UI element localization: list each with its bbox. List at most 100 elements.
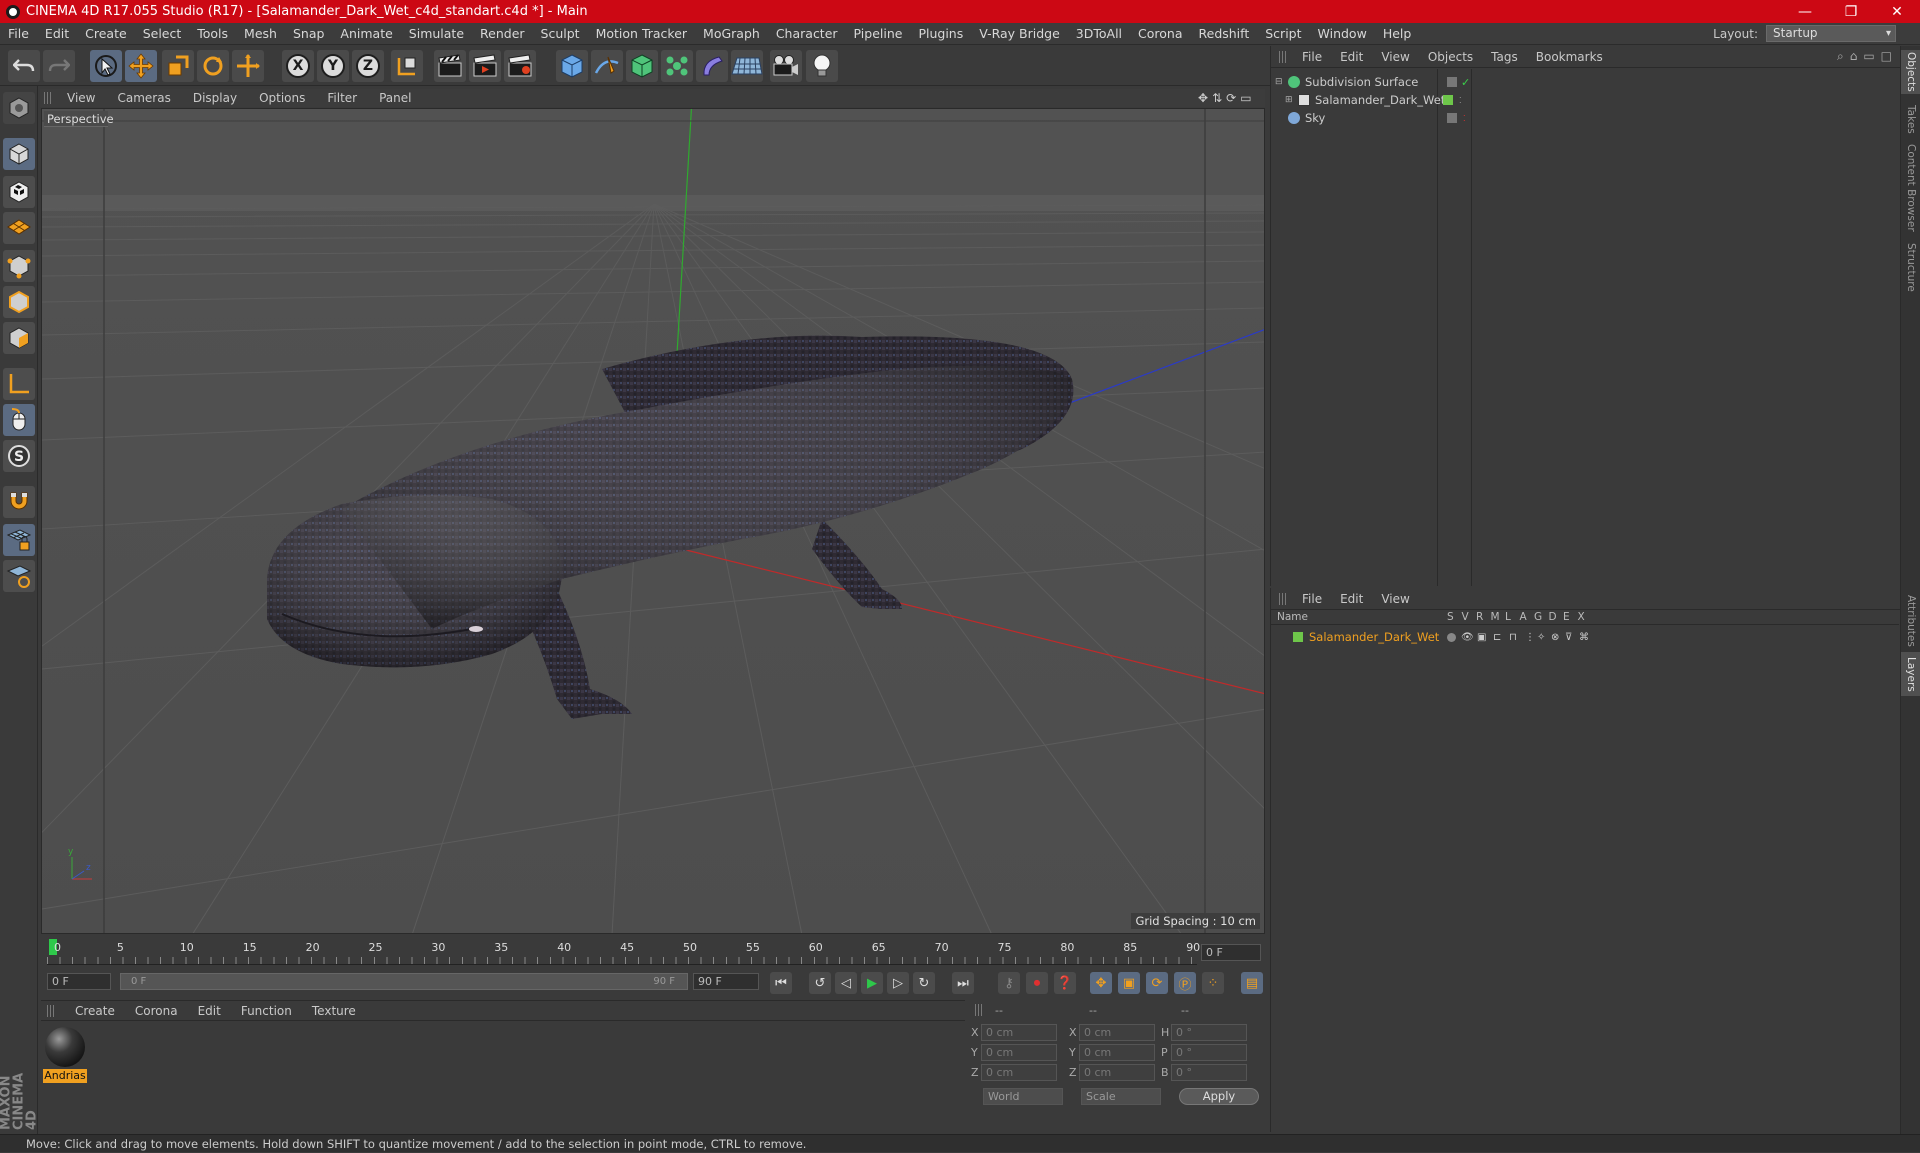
rotate-view-icon[interactable]: ⟳ [1226, 91, 1236, 105]
viewport-menu-cameras[interactable]: Cameras [106, 91, 181, 105]
start-frame-field[interactable]: 0 F [47, 973, 111, 990]
snap-button[interactable] [3, 486, 35, 518]
toggle-view-icon[interactable]: ▭ [1240, 91, 1251, 105]
autokey-button[interactable]: ⏺ [1026, 972, 1048, 994]
tab-layers[interactable]: Layers [1901, 652, 1920, 696]
coord-value-field[interactable]: 0 cm [981, 1064, 1057, 1081]
layer-flag-header-l[interactable]: L [1505, 611, 1511, 623]
current-frame-field[interactable]: 0 F [1201, 944, 1261, 961]
add-floor-button[interactable] [731, 50, 763, 82]
perspective-viewport[interactable]: y z Perspective Grid Spacing : 10 cm [41, 108, 1265, 934]
previous-frame-button[interactable]: ◁ [835, 972, 857, 994]
minimize-button[interactable]: — [1782, 0, 1828, 23]
maximize-button[interactable]: ❐ [1828, 0, 1874, 23]
tab-structure[interactable]: Structure [1901, 240, 1920, 294]
axis-mode-button[interactable] [3, 368, 35, 400]
menu-tools[interactable]: Tools [189, 26, 236, 41]
tab-objects[interactable]: Objects [1901, 50, 1920, 94]
visible-flag-icon[interactable]: 👁 [1461, 632, 1474, 643]
layer-menu-edit[interactable]: Edit [1331, 592, 1372, 606]
layer-flag-header-a[interactable]: A [1520, 611, 1527, 623]
object-row-salamander[interactable]: ⊞ Salamander_Dark_Wet ⁚ [1285, 91, 1895, 109]
menu-redshift[interactable]: Redshift [1191, 26, 1258, 41]
coord-panel-grip-icon[interactable] [975, 1004, 983, 1016]
menu-select[interactable]: Select [135, 26, 190, 41]
window-icon[interactable]: □ [1881, 49, 1892, 64]
coord-value-field[interactable]: 0 ° [1171, 1044, 1247, 1061]
viewport-menu-panel[interactable]: Panel [368, 91, 422, 105]
undo-button[interactable] [8, 50, 40, 82]
pan-view-icon[interactable]: ✥ [1198, 91, 1208, 105]
material-andrias[interactable]: Andrias [43, 1025, 87, 1083]
visibility-dots-icon[interactable]: ⁚ [1463, 114, 1466, 123]
layer-panel-grip-icon[interactable] [1279, 593, 1287, 605]
add-subdivision-button[interactable] [626, 50, 658, 82]
menu-mesh[interactable]: Mesh [236, 26, 285, 41]
menu-sculpt[interactable]: Sculpt [533, 26, 588, 41]
material-menu-create[interactable]: Create [65, 1004, 125, 1018]
timeline-window-button[interactable]: ▤ [1241, 972, 1263, 994]
add-cloner-button[interactable] [661, 50, 693, 82]
previous-keyframe-button[interactable]: ↺ [809, 972, 831, 994]
lock-workplane-button[interactable] [3, 524, 35, 556]
key-pla-button[interactable]: ⁘ [1202, 972, 1224, 994]
menu-animate[interactable]: Animate [332, 26, 400, 41]
viewport-menu-display[interactable]: Display [182, 91, 248, 105]
enabled-check-icon[interactable]: ✓ [1461, 76, 1470, 89]
coord-value-field[interactable]: 0 ° [1171, 1064, 1247, 1081]
texture-mode-button[interactable] [3, 176, 35, 208]
viewport-menu-options[interactable]: Options [248, 91, 316, 105]
object-row-subdivision[interactable]: ⊟ Subdivision Surface ✓ [1275, 73, 1895, 91]
solo-flag-icon[interactable] [1447, 632, 1456, 642]
menu-character[interactable]: Character [768, 26, 846, 41]
redo-button[interactable] [43, 50, 75, 82]
coord-value-field[interactable]: 0 cm [1079, 1044, 1155, 1061]
render-view-button[interactable] [434, 50, 466, 82]
add-spline-button[interactable] [591, 50, 623, 82]
object-menu-view[interactable]: View [1372, 50, 1418, 64]
tweak-mode-button[interactable] [3, 404, 35, 436]
object-menu-file[interactable]: File [1293, 50, 1331, 64]
menu-window[interactable]: Window [1310, 26, 1375, 41]
material-panel-grip-icon[interactable] [47, 1005, 55, 1017]
apply-button[interactable]: Apply [1179, 1088, 1259, 1105]
locked-flag-icon[interactable]: ⊓ [1509, 632, 1517, 643]
expand-icon[interactable]: ⊟ [1275, 77, 1285, 87]
next-keyframe-button[interactable]: ↻ [913, 972, 935, 994]
add-cube-button[interactable] [556, 50, 588, 82]
timeline-ruler[interactable]: 0 5 10 15 20 25 30 35 40 45 50 55 60 65 70 75 80 85 90 0 F [41, 937, 1265, 967]
y-axis-lock-button[interactable]: Y [317, 50, 349, 82]
layer-color-swatch[interactable] [1293, 632, 1303, 642]
layer-flag-header-r[interactable]: R [1476, 611, 1483, 623]
layer-flag-header-g[interactable]: G [1534, 611, 1542, 623]
live-selection-button[interactable] [90, 50, 122, 82]
layer-flag-header-v[interactable]: V [1462, 611, 1469, 623]
move-tool-button[interactable] [125, 50, 157, 82]
render-settings-button[interactable] [504, 50, 536, 82]
menu-3dtoall[interactable]: 3DToAll [1068, 26, 1130, 41]
layer-flag-header-e[interactable]: E [1563, 611, 1570, 623]
object-menu-bookmarks[interactable]: Bookmarks [1527, 50, 1612, 64]
tab-content-browser[interactable]: Content Browser [1901, 142, 1920, 234]
object-row-sky[interactable]: Sky ⁚ [1275, 109, 1895, 127]
coord-value-field[interactable]: 0 cm [981, 1044, 1057, 1061]
layer-flag-header-x[interactable]: X [1578, 611, 1585, 623]
layer-tag-icon[interactable] [1447, 77, 1457, 87]
deformers-flag-icon[interactable]: ⊗ [1551, 632, 1559, 643]
menu-render[interactable]: Render [472, 26, 533, 41]
expressions-flag-icon[interactable]: ⊽ [1565, 632, 1572, 643]
material-menu-corona[interactable]: Corona [125, 1004, 188, 1018]
polygons-mode-button[interactable] [3, 322, 35, 354]
tab-takes[interactable]: Takes [1901, 102, 1920, 136]
menu-simulate[interactable]: Simulate [401, 26, 472, 41]
coord-value-field[interactable]: 0 cm [1079, 1024, 1155, 1041]
menu-mograph[interactable]: MoGraph [695, 26, 768, 41]
planar-workplane-button[interactable] [3, 560, 35, 592]
menu-plugins[interactable]: Plugins [910, 26, 971, 41]
layer-flag-header-d[interactable]: D [1549, 611, 1557, 623]
go-to-end-button[interactable]: ⏭ [952, 972, 974, 994]
layer-menu-view[interactable]: View [1372, 592, 1418, 606]
make-editable-button[interactable] [3, 92, 35, 124]
key-scale-button[interactable]: ▣ [1118, 972, 1140, 994]
add-light-button[interactable] [806, 50, 838, 82]
